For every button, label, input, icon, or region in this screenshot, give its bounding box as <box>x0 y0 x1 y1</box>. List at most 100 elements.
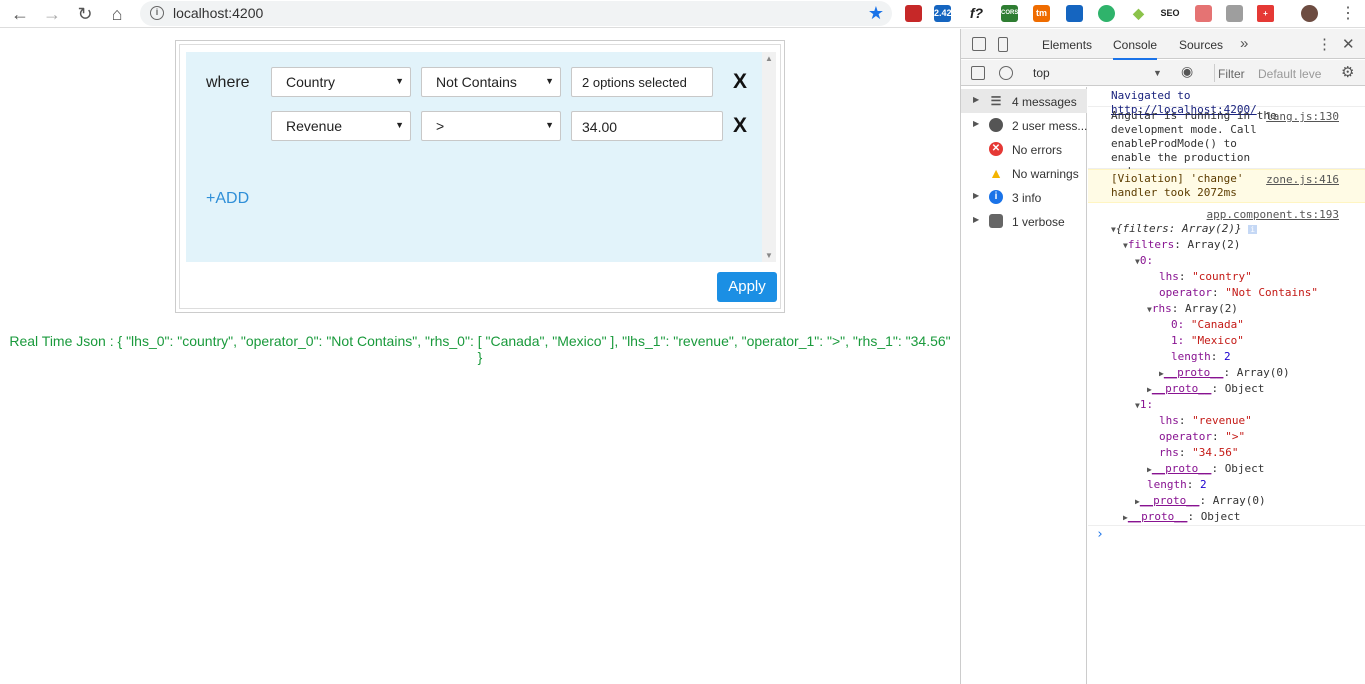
operator-select-row-2[interactable]: > ▼ <box>421 111 561 141</box>
more-tabs-icon[interactable]: » <box>1240 35 1248 52</box>
devtools-menu-icon[interactable]: ⋮ <box>1317 35 1332 53</box>
device-toolbar-icon[interactable] <box>998 37 1008 52</box>
inspect-element-icon[interactable] <box>972 37 986 51</box>
info-icon: i <box>989 190 1003 204</box>
tree-key: __proto__ <box>1151 462 1212 475</box>
tree-value: 2 <box>1224 350 1231 363</box>
sidebar-item-info[interactable]: ▶ i 3 info <box>961 185 1087 209</box>
sidebar-item-label: 1 verbose <box>1012 215 1065 229</box>
sidebar-item-warnings[interactable]: ▲ No warnings <box>961 161 1087 185</box>
tree-filters-length: length: 2 <box>1147 478 1207 491</box>
log-levels-select[interactable]: Default leve <box>1258 67 1321 81</box>
extension-diamond-icon[interactable]: ◆ <box>1130 5 1147 22</box>
reload-icon[interactable]: ↻ <box>75 4 95 24</box>
extension-badge-icon[interactable]: 2.42 <box>934 5 952 22</box>
extension-gray-icon[interactable] <box>1226 5 1243 22</box>
tree-key: length <box>1147 478 1187 491</box>
operator-select-row-1[interactable]: Not Contains ▼ <box>421 67 561 97</box>
extension-bar-icon[interactable] <box>1066 5 1083 22</box>
bookmark-star-icon[interactable]: ★ <box>868 3 884 24</box>
tree-rhs-0-proto[interactable]: ▶__proto__: Array(0) <box>1159 365 1290 382</box>
tree-rhs-0-length: length: 2 <box>1171 350 1231 363</box>
tree-filters[interactable]: ▼filters: Array(2) <box>1123 237 1240 254</box>
tree-index-0[interactable]: ▼0: <box>1135 253 1153 270</box>
info-icon[interactable]: i <box>150 6 164 20</box>
tree-item-0-proto[interactable]: ▶__proto__: Object <box>1147 381 1264 398</box>
scroll-up-icon[interactable]: ▲ <box>765 54 773 63</box>
tree-item-1-proto[interactable]: ▶__proto__: Object <box>1147 461 1264 478</box>
extension-icon[interactable] <box>905 5 922 22</box>
sidebar-toggle-icon[interactable] <box>971 66 985 80</box>
console-filter-input[interactable]: Filter <box>1214 64 1246 82</box>
console-message-angular: lang.js:130 Angular is running in the de… <box>1088 107 1365 178</box>
tab-console[interactable]: Console <box>1113 38 1158 60</box>
sidebar-item-user-messages[interactable]: ▶ 2 user mess... <box>961 113 1087 137</box>
clear-console-icon[interactable] <box>999 66 1013 80</box>
tree-rhs-0-1: 1: "Mexico" <box>1171 333 1244 349</box>
extension-grammarly-icon[interactable] <box>1098 5 1115 22</box>
extension-plus-icon[interactable]: + <box>1257 5 1274 22</box>
chevron-down-icon: ▼ <box>545 120 554 130</box>
address-bar[interactable]: i localhost:4200 ★ <box>140 1 892 26</box>
user-icon <box>989 118 1003 132</box>
browser-toolbar: ← → ↻ ⌂ i localhost:4200 ★ 2.42 f? CORS … <box>0 0 1365 28</box>
menu-kebab-icon[interactable]: ⋮ <box>1338 4 1358 24</box>
extension-cors-icon[interactable]: CORS <box>1001 5 1018 22</box>
tree-filters-proto[interactable]: ▶__proto__: Array(0) <box>1135 493 1266 510</box>
tree-value: "Not Contains" <box>1225 286 1318 299</box>
tree-value: "revenue" <box>1192 414 1252 427</box>
close-icon[interactable]: ✕ <box>1342 35 1355 53</box>
tree-root[interactable]: ▼{filters: Array(2)} i <box>1111 221 1258 238</box>
console-prompt-icon[interactable]: › <box>1096 527 1104 542</box>
tree-index-1[interactable]: ▼1: <box>1135 397 1153 414</box>
back-arrow-icon[interactable]: ← <box>10 4 30 24</box>
forward-arrow-icon[interactable]: → <box>42 4 62 24</box>
chevron-down-icon: ▼ <box>395 120 404 130</box>
tree-key: rhs <box>1159 446 1179 459</box>
query-builder-inner: ▲ ▼ where Country ▼ Not Contains ▼ 2 opt… <box>179 44 781 309</box>
operator-select-value: > <box>436 118 445 134</box>
chevron-down-icon: ▼ <box>545 76 554 86</box>
source-link[interactable]: app.component.ts:193 <box>1207 208 1339 221</box>
tab-elements[interactable]: Elements <box>1042 38 1092 52</box>
context-select[interactable]: top <box>1033 66 1050 80</box>
extension-seo-icon[interactable]: SEO <box>1160 5 1180 22</box>
tree-value: "Mexico" <box>1190 334 1244 347</box>
remove-row-2-button[interactable]: X <box>733 114 747 138</box>
scrollbar[interactable]: ▲ ▼ <box>762 52 776 262</box>
eye-icon[interactable]: ◉ <box>1181 63 1193 80</box>
sidebar-item-verbose[interactable]: ▶ 1 verbose <box>961 209 1087 233</box>
tree-value: ">" <box>1225 430 1246 443</box>
sidebar-item-messages[interactable]: ▶ ☰ 4 messages <box>961 89 1087 113</box>
value-multiselect-row-1[interactable]: 2 options selected <box>571 67 713 97</box>
source-link[interactable]: zone.js:416 <box>1266 173 1339 187</box>
tree-rhs-0[interactable]: ▼rhs: Array(2) <box>1147 301 1238 318</box>
home-icon[interactable]: ⌂ <box>107 4 127 24</box>
tab-sources[interactable]: Sources <box>1179 38 1223 52</box>
value-input-row-2[interactable]: 34.00 <box>571 111 723 141</box>
tree-operator-0: operator: "Not Contains" <box>1159 286 1318 299</box>
sidebar-item-errors[interactable]: ✕ No errors <box>961 137 1087 161</box>
scroll-down-icon[interactable]: ▼ <box>765 251 773 260</box>
add-filter-link[interactable]: +ADD <box>206 190 249 208</box>
field-select-row-2[interactable]: Revenue ▼ <box>271 111 411 141</box>
extension-red-icon[interactable] <box>1195 5 1212 22</box>
tree-root-label: {filters: Array(2)} <box>1115 222 1242 235</box>
gear-icon[interactable]: ⚙ <box>1341 63 1354 81</box>
apply-button[interactable]: Apply <box>717 272 777 302</box>
bug-icon <box>989 214 1003 228</box>
remove-row-1-button[interactable]: X <box>733 70 747 94</box>
profile-avatar[interactable] <box>1301 5 1318 22</box>
source-link[interactable]: lang.js:130 <box>1266 110 1339 124</box>
extension-f-icon[interactable]: f? <box>968 5 985 22</box>
tree-key: operator <box>1159 430 1212 443</box>
url-text: localhost:4200 <box>173 5 264 21</box>
page-content: ▲ ▼ where Country ▼ Not Contains ▼ 2 opt… <box>0 29 960 684</box>
extension-tm-icon[interactable]: tm <box>1033 5 1050 22</box>
tree-key: filters <box>1127 238 1175 251</box>
console-output: Navigated to http://localhost:4200/ lang… <box>1088 87 1365 684</box>
tree-root-proto[interactable]: ▶__proto__: Object <box>1123 509 1240 526</box>
field-select-row-1[interactable]: Country ▼ <box>271 67 411 97</box>
tree-value: Array(0) <box>1236 366 1290 379</box>
tree-value: "country" <box>1192 270 1252 283</box>
